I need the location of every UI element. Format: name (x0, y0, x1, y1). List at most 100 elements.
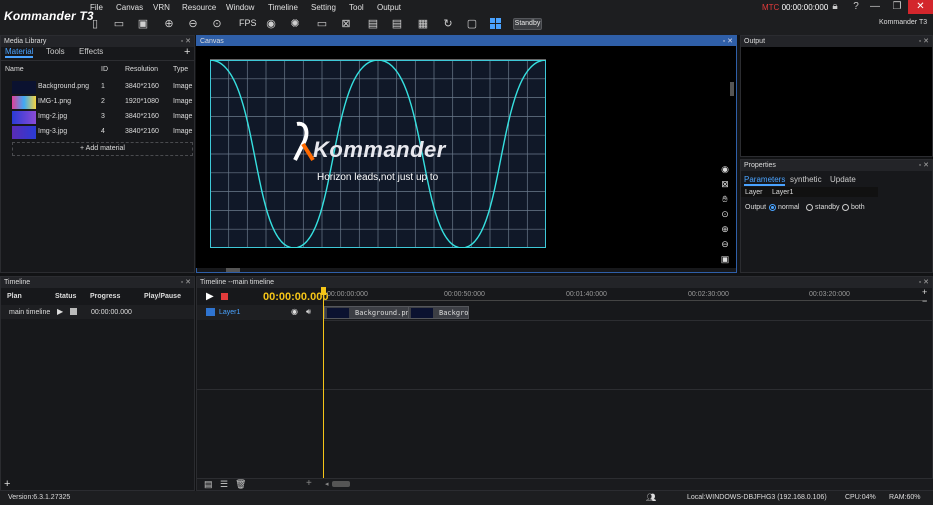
zoom-out-icon[interactable]: − (922, 296, 927, 306)
tab-tools[interactable]: Tools (46, 47, 65, 56)
tab-effects[interactable]: Effects (79, 47, 103, 56)
add-tab-icon[interactable]: + (184, 46, 190, 58)
menu-window[interactable]: Window (226, 3, 254, 12)
media-name: IMG-1.png (38, 98, 72, 105)
media-row[interactable]: Img-3.jpg 4 3840*2160 Image (4, 125, 194, 140)
menu-setting[interactable]: Setting (311, 3, 336, 12)
zoom-in-icon[interactable]: ⊕ (719, 223, 731, 235)
new-file-icon[interactable]: ▯ (88, 17, 102, 31)
media-type: Image (173, 113, 193, 120)
tab-update[interactable]: Update (830, 175, 856, 184)
tab-parameters[interactable]: Parameters (744, 175, 786, 186)
eye-icon[interactable]: ◉ (719, 163, 731, 175)
playhead[interactable] (323, 289, 324, 479)
timeline-settings-icon[interactable]: ▤ (204, 479, 213, 490)
list-icon[interactable]: ☰ (220, 479, 228, 490)
target-icon[interactable]: ⊙ (210, 17, 224, 31)
canvas-h-scrollbar[interactable] (226, 268, 240, 272)
radio-both[interactable] (842, 204, 849, 211)
add-icon[interactable]: ⊕ (162, 17, 176, 31)
menu-file[interactable]: File (90, 3, 103, 12)
add-material-button[interactable]: + Add material (12, 142, 193, 156)
target-icon[interactable]: ⊙ (719, 208, 731, 220)
visibility-eye-icon[interactable]: ◉ (291, 307, 298, 316)
remove-icon[interactable]: ⊖ (186, 17, 200, 31)
stop-icon[interactable] (70, 308, 77, 315)
display-alt-icon[interactable]: ▤ (390, 17, 404, 31)
zoom-out-icon[interactable]: ⊖ (719, 238, 731, 250)
tab-material[interactable]: Material (5, 47, 34, 58)
layer-track-header[interactable] (197, 305, 323, 320)
timeline-timecode: 00:00:00.000 (263, 291, 329, 303)
canvas-slogan: Horizon leads,not just up to (317, 172, 439, 183)
col-id[interactable]: ID (101, 66, 108, 73)
col-plan[interactable]: Plan (7, 293, 22, 300)
timeline-clip[interactable]: Backgrour (408, 306, 469, 319)
play-icon[interactable]: ▶ (57, 307, 63, 316)
clip-thumbnail (327, 308, 349, 318)
thumbnail (12, 111, 36, 124)
standby-button[interactable]: Standby (513, 18, 542, 30)
canvas-v-scrollbar[interactable] (730, 82, 734, 96)
fit-screen-icon[interactable]: ▣ (719, 253, 731, 265)
menu-output[interactable]: Output (377, 3, 401, 12)
media-resolution: 3840*2160 (125, 128, 159, 135)
scroll-left-icon[interactable]: ◂ (325, 480, 329, 488)
media-library-title: Media Library (4, 38, 47, 45)
close-icon[interactable]: ✕ (908, 0, 933, 14)
media-row[interactable]: IMG-1.png 2 1920*1080 Image (4, 95, 194, 110)
menu-tool[interactable]: Tool (349, 3, 364, 12)
col-progress[interactable]: Progress (90, 293, 120, 300)
ruler-tick-label: 00:00:50:000 (444, 291, 485, 298)
hand-icon[interactable]: ✋︎ (719, 193, 731, 205)
add-timeline-icon[interactable]: + (4, 478, 10, 490)
save-icon[interactable]: ▣ (136, 17, 150, 31)
menu-resource[interactable]: Resource (182, 3, 216, 12)
menu-canvas[interactable]: Canvas (116, 3, 143, 12)
col-play-pause[interactable]: Play/Pause (144, 293, 181, 300)
grid-icon[interactable]: ▦ (416, 17, 430, 31)
refresh-icon[interactable]: ↻ (441, 17, 455, 31)
col-name[interactable]: Name (5, 66, 24, 73)
panel-buttons[interactable]: ▫ ✕ (181, 277, 191, 288)
users-icon[interactable]: 👥︎ (646, 493, 656, 502)
col-type[interactable]: Type (173, 66, 188, 73)
eye-icon[interactable]: ◉ (264, 17, 278, 31)
media-row[interactable]: Background.png 1 3840*2160 Image (4, 80, 194, 95)
restore-icon[interactable]: ❐ (884, 0, 910, 14)
brightness-icon[interactable]: ✺ (288, 17, 302, 31)
add-layer-icon[interactable]: + (306, 478, 312, 489)
radio-normal[interactable] (769, 204, 776, 211)
tab-synthetic[interactable]: synthetic (790, 175, 822, 184)
menu-timeline[interactable]: Timeline (268, 3, 298, 12)
radio-standby[interactable] (806, 204, 813, 211)
playhead-handle[interactable] (321, 287, 326, 295)
media-resolution: 3840*2160 (125, 83, 159, 90)
media-id: 4 (101, 128, 105, 135)
media-type: Image (173, 83, 193, 90)
panel-buttons[interactable]: ▫ ✕ (919, 160, 929, 171)
close-box-icon[interactable]: ⊠ (719, 178, 731, 190)
thumbnail (12, 96, 36, 109)
trash-icon[interactable]: 🗑︎ (235, 479, 246, 490)
local-host-text: Local:WINDOWS-DBJFHG3 (192.168.0.106) (687, 494, 827, 501)
monitor-icon[interactable]: ▭ (315, 17, 329, 31)
play-icon[interactable]: ▶ (206, 291, 214, 302)
frame-icon[interactable]: ▢ (465, 17, 479, 31)
media-name: Img-2.jpg (38, 113, 68, 120)
display-icon[interactable]: ▤ (366, 17, 380, 31)
media-id: 3 (101, 113, 105, 120)
monitor-close-icon[interactable]: ⊠ (339, 17, 353, 31)
speaker-icon[interactable]: 🔊︎ (306, 307, 311, 317)
layer-label: Layer (745, 189, 763, 196)
stop-icon[interactable] (221, 293, 228, 300)
col-status[interactable]: Status (55, 293, 76, 300)
col-resolution[interactable]: Resolution (125, 66, 158, 73)
media-row[interactable]: Img-2.jpg 3 3840*2160 Image (4, 110, 194, 125)
panel-buttons[interactable]: ▫ ✕ (919, 36, 929, 47)
layout-icon[interactable] (490, 18, 502, 30)
fps-button[interactable]: FPS (239, 18, 257, 28)
timeline-h-scrollbar[interactable] (332, 481, 350, 487)
open-folder-icon[interactable]: ▭ (112, 17, 126, 31)
menu-vrn[interactable]: VRN (153, 3, 170, 12)
